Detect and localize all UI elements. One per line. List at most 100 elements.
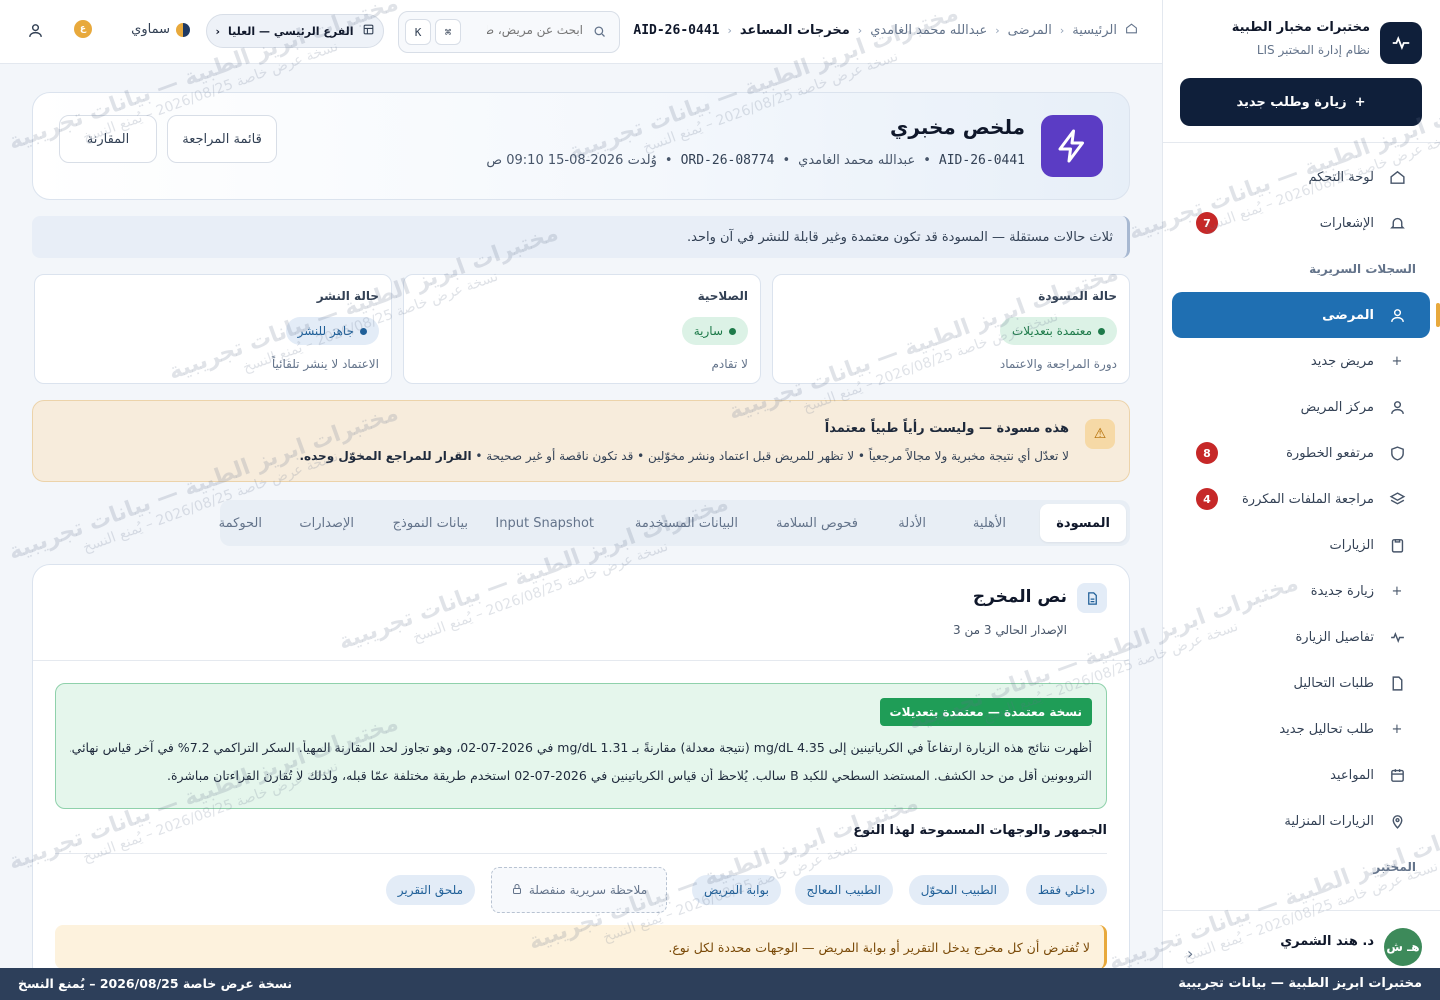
status-dot (1098, 327, 1105, 335)
summary-meta: AID-26-0441 • عبدالله محمد الغامدي • ORD… (486, 153, 1025, 168)
sidebar-item-appointments[interactable]: المواعيد (1172, 752, 1430, 798)
separate-note-chip: ملاحظة سريرية منفصلة (491, 867, 667, 913)
notification-badge: 7 (1196, 212, 1218, 234)
breadcrumb-patient[interactable]: عبدالله محمد الغامدي (870, 23, 987, 38)
validity-state-card: الصلاحية سارية لا تقادم (403, 274, 761, 384)
branch-selector[interactable]: الفرع الرئيسي — العليا ‹ (206, 14, 384, 48)
state-label: حالة المسودة (1038, 289, 1117, 303)
building-icon (362, 23, 375, 39)
tab-model-data[interactable]: بيانات النموذج (377, 504, 484, 542)
audience-title: الجمهور والوجهات المسموحة لهذا النوع (853, 823, 1107, 838)
footer-notice: نسخة عرض خاصة 2026/08/25 – يُمنع النسخ (18, 976, 293, 991)
tab-governance[interactable]: الحوكمة (203, 504, 278, 542)
output-version: الإصدار الحالي 3 من 3 (953, 623, 1067, 637)
chevron-icon: ‹ (857, 24, 863, 37)
sidebar-item-home-visits[interactable]: الزيارات المنزلية (1172, 798, 1430, 844)
sidebar-item-notifications[interactable]: الإشعارات 7 (1172, 200, 1430, 246)
tab-safety-checks[interactable]: فحوص السلامة (760, 504, 874, 542)
sidebar-item-visits[interactable]: الزيارات (1172, 522, 1430, 568)
chevron-left-icon: ‹ (215, 24, 220, 38)
sidebar: مختبرات مخبار الطبية نظام إدارة المختبر … (1162, 0, 1440, 968)
patient-name: عبدالله محمد الغامدي (798, 153, 916, 168)
search-input[interactable] (487, 23, 583, 37)
meta-sep: • (782, 153, 791, 168)
topbar: الرئيسية ‹ المرضى ‹ عبدالله محمد الغامدي… (0, 0, 1162, 64)
pulse-icon (1388, 628, 1406, 646)
breadcrumb-patients[interactable]: المرضى (1008, 23, 1052, 38)
tab-eligibility[interactable]: الأهلية (957, 504, 1022, 542)
review-checklist-button[interactable]: قائمة المراجعة (167, 115, 277, 163)
chevron-icon: ‹ (727, 24, 732, 37)
theme-toggle[interactable]: سماوي (131, 22, 190, 37)
user-icon (1388, 306, 1406, 324)
sidebar-item-high-risk[interactable]: مرتفعو الخطورة 8 (1172, 430, 1430, 476)
divider (55, 853, 1107, 854)
breadcrumb-assistant-outputs[interactable]: مخرجات المساعد (740, 23, 850, 38)
profile-icon[interactable] (27, 22, 44, 43)
bell-icon (1388, 214, 1406, 232)
approved-version-box: نسخة معتمدة — معتمدة بتعديلات أظهرت نتائ… (55, 683, 1107, 809)
clipboard-icon (1388, 536, 1406, 554)
footer-title: مختبرات ابريز الطبية — بيانات تجريبية (1178, 976, 1422, 991)
sidebar-item-new-visit[interactable]: + زيارة جديدة (1172, 568, 1430, 614)
user-icon (1388, 398, 1406, 416)
plus-icon: + (1391, 583, 1403, 599)
tab-data-used[interactable]: البيانات المستخدمة (619, 504, 754, 542)
search-box[interactable]: ⌘ K (398, 11, 620, 53)
draft-warning: ⚠ هذه مسودة — وليست رأياً طبياً معتمداً … (32, 400, 1130, 482)
footer-bar: مختبرات ابريز الطبية — بيانات تجريبية نس… (0, 968, 1440, 1000)
compare-button[interactable]: المقارنة (59, 115, 157, 163)
warning-title: هذه مسودة — وليست رأياً طبياً معتمداً (824, 421, 1069, 436)
nav-group-clinical: السجلات السريرية (1309, 262, 1416, 276)
meta-sep: • (664, 153, 673, 168)
assistant-id: AID-26-0441 (938, 153, 1025, 168)
warning-icon: ⚠ (1085, 419, 1115, 449)
audience-chip: داخلي فقط (1025, 875, 1107, 905)
document-icon (1077, 583, 1107, 613)
lock-icon (511, 883, 523, 898)
generated-at: وُلدت 2026-08-15 09:10 ص (486, 153, 657, 168)
audience-chip: الطبيب المعالج (794, 875, 893, 905)
plus-icon: + (1391, 353, 1403, 369)
sidebar-item-patient-center[interactable]: مركز المريض (1172, 384, 1430, 430)
sidebar-item-dashboard[interactable]: لوحة التحكم (1172, 154, 1430, 200)
divider (1163, 142, 1440, 143)
language-badge[interactable]: ع (74, 20, 92, 38)
divider (33, 660, 1129, 661)
nav-group-lab: المختبر (1373, 860, 1416, 874)
sidebar-item-duplicates[interactable]: مراجعة الملفات المكررة 4 (1172, 476, 1430, 522)
duplicates-badge: 4 (1196, 488, 1218, 510)
status-dot (360, 327, 367, 335)
state-sub: لا تقادم (711, 357, 749, 371)
sidebar-item-visit-details[interactable]: تفاصيل الزيارة (1172, 614, 1430, 660)
page-title: ملخص مخبري (890, 115, 1025, 139)
new-visit-button[interactable]: + زيارة وطلب جديد (1180, 78, 1422, 126)
sidebar-item-new-test-order[interactable]: + طلب تحاليل جديد (1172, 706, 1430, 752)
divider (1163, 910, 1440, 911)
breadcrumb-home[interactable]: الرئيسية (1072, 23, 1117, 38)
tab-draft[interactable]: المسودة (1040, 504, 1126, 542)
tab-evidence[interactable]: الأدلة (882, 504, 942, 542)
pulse-logo-icon (1380, 22, 1422, 64)
tab-input-snapshot[interactable]: Input Snapshot (479, 504, 610, 542)
user-menu[interactable]: هـ ش د. هند الشمري ‹ (1181, 922, 1422, 966)
audience-chip: ملحق التقرير (385, 875, 475, 905)
sidebar-item-test-orders[interactable]: طلبات التحاليل (1172, 660, 1430, 706)
k-key: K (405, 19, 431, 45)
brand-subtitle: نظام إدارة المختبر LIS (1256, 43, 1370, 57)
breadcrumb-current: AID-26-0441 (633, 23, 720, 38)
draft-state-card: حالة المسودة معتمدة بتعديلات دورة المراج… (772, 274, 1130, 384)
search-icon (592, 24, 607, 43)
audience-chip: الطبيب المحوّل (908, 875, 1009, 905)
status-badge: معتمدة بتعديلات (999, 317, 1117, 345)
sidebar-item-new-patient[interactable]: + مريض جديد (1172, 338, 1430, 384)
sidebar-item-patients[interactable]: المرضى (1172, 292, 1440, 338)
tab-versions[interactable]: الإصدارات (283, 504, 370, 542)
command-key: ⌘ (435, 19, 461, 45)
sidebar-nav: لوحة التحكم الإشعارات 7 السجلات السريرية… (1172, 154, 1440, 890)
home-icon (1388, 168, 1406, 186)
user-name: د. هند الشمري (1280, 934, 1374, 949)
state-label: حالة النشر (316, 289, 379, 303)
chevron-left-icon: ‹ (1187, 944, 1194, 963)
chevron-icon: ‹ (995, 24, 1000, 37)
